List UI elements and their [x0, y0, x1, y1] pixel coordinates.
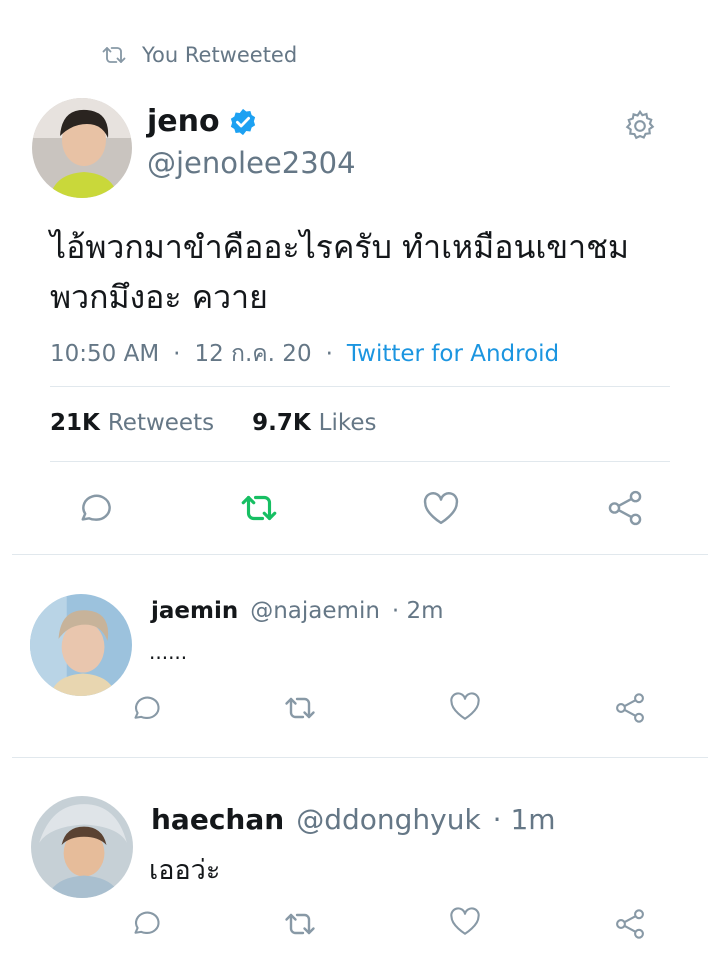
- retweet-button[interactable]: [282, 690, 318, 726]
- like-button[interactable]: [420, 487, 462, 529]
- retweet-icon: [241, 495, 277, 521]
- avatar[interactable]: [30, 594, 132, 696]
- retweet-context: You Retweeted: [100, 40, 297, 70]
- like-button[interactable]: [447, 688, 483, 724]
- tweet-text-line-2: พวกมึงอะ ควาย: [50, 278, 268, 316]
- retweets-label: Retweets: [107, 410, 215, 436]
- author-handle[interactable]: @jenolee2304: [147, 146, 356, 180]
- likes-stat[interactable]: 9.7K Likes: [252, 410, 376, 436]
- avatar[interactable]: [31, 796, 133, 898]
- avatar-image: [32, 98, 132, 198]
- retweet-icon: [285, 913, 315, 935]
- likes-label: Likes: [318, 410, 377, 436]
- reply-header: haechan @ddonghyuk · 1m: [151, 803, 556, 836]
- heart-icon: [450, 692, 480, 720]
- reply-time: · 2m: [391, 598, 444, 624]
- reply-icon: [134, 911, 160, 934]
- reply-author-name[interactable]: jaemin: [151, 598, 238, 624]
- retweet-context-label: You Retweeted: [142, 43, 298, 67]
- retweet-icon: [285, 697, 315, 719]
- likes-count: 9.7K: [252, 410, 311, 436]
- share-icon: [616, 693, 644, 723]
- tweet-stats: 21K Retweets 9.7K Likes: [50, 410, 377, 436]
- verified-badge-icon: [230, 108, 255, 135]
- reply-text: เออว่ะ: [149, 855, 221, 886]
- divider: [50, 386, 670, 387]
- meta-separator: ·: [325, 341, 333, 367]
- reply-author-name[interactable]: haechan: [151, 803, 284, 836]
- meta-separator: ·: [173, 341, 181, 367]
- reply-time: · 1m: [492, 803, 556, 836]
- divider: [50, 461, 670, 462]
- avatar-image: [31, 796, 133, 898]
- divider: [12, 757, 708, 758]
- retweets-stat[interactable]: 21K Retweets: [50, 410, 214, 436]
- retweet-icon: [102, 47, 126, 63]
- heart-icon: [423, 492, 459, 525]
- reply-author-handle[interactable]: @ddonghyuk: [296, 803, 480, 836]
- share-button[interactable]: [604, 487, 646, 529]
- share-icon: [616, 909, 644, 939]
- tweet-text: ไอ้พวกมาขำคืออะไรครับ ทำเหมือนเขาชม พวกม…: [50, 222, 670, 322]
- avatar[interactable]: [32, 98, 132, 198]
- avatar-image: [30, 594, 132, 696]
- reply-button[interactable]: [128, 905, 164, 941]
- reply-icon: [81, 494, 111, 521]
- heart-icon: [450, 907, 480, 935]
- reply-button[interactable]: [74, 487, 116, 529]
- tweet-text-line-1: ไอ้พวกมาขำคืออะไรครับ ทำเหมือนเขาชม: [50, 228, 629, 266]
- retweet-button[interactable]: [238, 487, 280, 529]
- reply-text: ......: [149, 640, 188, 664]
- gear-icon[interactable]: [622, 108, 658, 144]
- reply-icon: [134, 696, 160, 719]
- tweet-source-link[interactable]: Twitter for Android: [347, 341, 559, 367]
- tweet-date: 12 ก.ค. 20: [194, 341, 312, 367]
- reply-button[interactable]: [128, 690, 164, 726]
- author-name[interactable]: jeno: [147, 104, 220, 139]
- like-button[interactable]: [447, 903, 483, 939]
- retweets-count: 21K: [50, 410, 100, 436]
- author-name-row: jeno: [147, 104, 258, 139]
- reply-author-handle[interactable]: @najaemin: [250, 598, 380, 624]
- share-icon: [608, 490, 642, 526]
- divider: [12, 554, 708, 555]
- tweet-time: 10:50 AM: [50, 341, 160, 367]
- retweet-button[interactable]: [282, 906, 318, 942]
- tweet-meta: 10:50 AM · 12 ก.ค. 20 · Twitter for Andr…: [50, 336, 559, 372]
- reply-header: jaemin @najaemin · 2m: [151, 598, 444, 624]
- share-button[interactable]: [612, 690, 648, 726]
- share-button[interactable]: [612, 906, 648, 942]
